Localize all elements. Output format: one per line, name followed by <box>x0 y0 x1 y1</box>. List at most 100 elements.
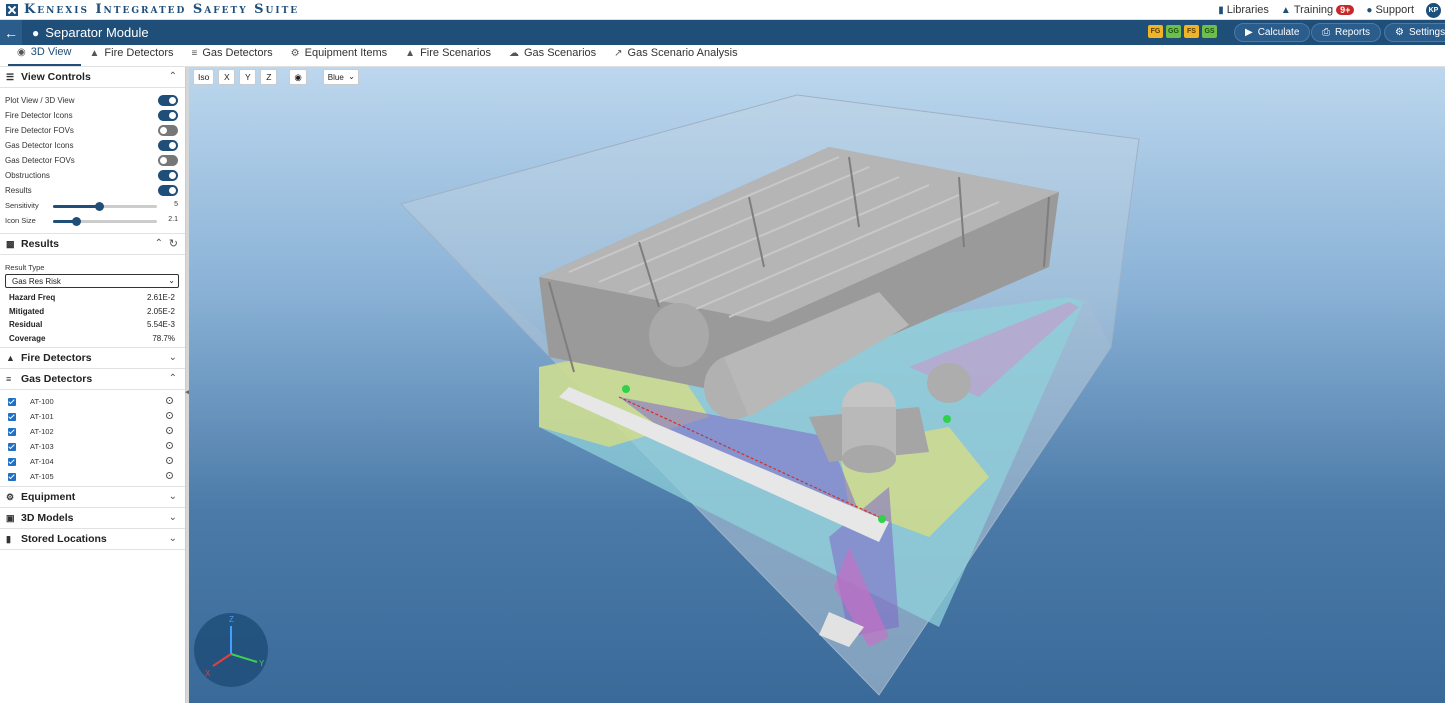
crosshair-icon[interactable] <box>166 472 173 479</box>
toggle-row-plot-view: Plot View / 3D View <box>0 93 185 108</box>
list-item-at-104: AT-104 <box>0 454 185 469</box>
x-axis-label: X <box>205 669 211 678</box>
icon-size-slider-handle[interactable] <box>72 217 81 226</box>
metric-label: Mitigated <box>9 306 45 316</box>
detector-checkbox[interactable] <box>8 457 16 466</box>
plant-3d-scene[interactable] <box>189 67 1445 703</box>
gas-detector-fovs-toggle[interactable] <box>158 155 178 166</box>
tab-gas-scenarios[interactable]: ☁ Gas Scenarios <box>500 44 605 66</box>
detector-checkbox[interactable] <box>8 412 16 421</box>
gas-detector-icons-toggle[interactable] <box>158 140 178 151</box>
crosshair-icon[interactable] <box>166 412 173 419</box>
result-type-select[interactable]: Gas Res Risk ⌄ <box>5 274 179 288</box>
back-button[interactable]: ← <box>0 20 22 45</box>
gas-detector-marker[interactable] <box>943 415 951 423</box>
toggle-label: Plot View / 3D View <box>5 96 75 105</box>
detector-checkbox[interactable] <box>8 397 16 406</box>
chevron-up-icon: ⌃ <box>168 71 177 82</box>
settings-button[interactable]: ⚙ Settings <box>1384 23 1445 42</box>
toggle-label: Fire Detector Icons <box>5 111 73 120</box>
status-chip-gg: GG <box>1166 25 1181 38</box>
color-scheme-select[interactable]: Blue ⌄ <box>322 69 359 85</box>
fire-detectors-header[interactable]: ▲ Fire Detectors ⌄ <box>0 348 185 369</box>
toggle-row-gas-detector-fovs: Gas Detector FOVs <box>0 153 185 168</box>
result-type-label: Result Type <box>5 263 45 272</box>
status-chip-gs: GS <box>1202 25 1217 38</box>
gas-detector-marker[interactable] <box>878 515 886 523</box>
calculate-button[interactable]: ▶ Calculate <box>1234 23 1311 42</box>
icon-size-row: Icon Size 2.1 <box>0 213 185 228</box>
detector-label: AT-102 <box>30 427 54 436</box>
crosshair-icon[interactable] <box>166 397 173 404</box>
tab-fire-scenarios[interactable]: ▲ Fire Scenarios <box>396 44 500 66</box>
toggle-label: Obstructions <box>5 171 50 180</box>
gas-detectors-header[interactable]: ≡ Gas Detectors ⌃ <box>0 369 185 390</box>
view-iso-button[interactable]: Iso <box>193 69 215 85</box>
refresh-icon[interactable]: ↻ <box>169 237 178 250</box>
chevron-down-icon: ⌄ <box>168 512 177 523</box>
sidebar: ☰ View Controls ⌃ Plot View / 3D View Fi… <box>0 67 186 703</box>
cube-icon: ◉ <box>17 46 26 58</box>
top-links: ▮ Libraries ▲ Training 9+ ● Support KP <box>1218 0 1441 20</box>
line-chart-icon: ↗ <box>614 47 623 59</box>
stored-locations-header[interactable]: ▮ Stored Locations ⌄ <box>0 529 185 550</box>
metric-label: Residual <box>9 320 43 330</box>
metric-hazard-freq: Hazard Freq 2.61E-2 <box>0 291 185 305</box>
metric-label: Hazard Freq <box>9 293 56 303</box>
fire-detector-fovs-toggle[interactable] <box>158 125 178 136</box>
equipment-header[interactable]: ⚙ Equipment ⌄ <box>0 487 185 508</box>
tab-equipment-items[interactable]: ⚙ Equipment Items <box>282 44 397 66</box>
list-item-at-103: AT-103 <box>0 439 185 454</box>
tab-label: Equipment Items <box>304 47 388 59</box>
user-avatar[interactable]: KP <box>1426 2 1441 18</box>
screenshot-button[interactable]: ◉ <box>289 69 307 85</box>
sensitivity-slider-handle[interactable] <box>95 202 104 211</box>
fire-detector-icons-toggle[interactable] <box>158 110 178 121</box>
tab-label: Fire Scenarios <box>420 47 491 59</box>
toggle-row-fire-detector-fovs: Fire Detector FOVs <box>0 123 185 138</box>
detector-checkbox[interactable] <box>8 427 16 436</box>
tab-label: Gas Scenario Analysis <box>627 47 738 59</box>
results-toggle[interactable] <box>158 185 178 196</box>
support-link[interactable]: ● Support <box>1366 4 1414 16</box>
view-z-button[interactable]: Z <box>260 69 278 85</box>
toggle-label: Gas Detector FOVs <box>5 156 75 165</box>
view-y-button[interactable]: Y <box>239 69 257 85</box>
view-controls-header[interactable]: ☰ View Controls ⌃ <box>0 67 185 88</box>
chat-bubbles-icon: ● <box>1366 4 1373 16</box>
plot-view-toggle[interactable] <box>158 95 178 106</box>
tab-gas-detectors[interactable]: ≡ Gas Detectors <box>182 44 281 66</box>
detector-checkbox[interactable] <box>8 442 16 451</box>
reports-button[interactable]: ⎙ Reports <box>1311 23 1382 42</box>
toggle-row-obstructions: Obstructions <box>0 168 185 183</box>
3d-models-title: 3D Models <box>21 512 74 524</box>
icon-size-value: 2.1 <box>168 216 178 223</box>
sensitivity-slider[interactable] <box>53 202 157 211</box>
obstructions-toggle[interactable] <box>158 170 178 181</box>
chevron-down-icon: ⌄ <box>168 276 175 285</box>
detector-checkbox[interactable] <box>8 472 16 481</box>
libraries-link[interactable]: ▮ Libraries <box>1218 4 1269 16</box>
gear-icon: ⚙ <box>1395 27 1404 38</box>
gas-detector-marker[interactable] <box>622 385 630 393</box>
crosshair-icon[interactable] <box>166 427 173 434</box>
view-x-button[interactable]: X <box>218 69 236 85</box>
results-header[interactable]: ▩ Results ⌃ ↻ <box>0 234 185 255</box>
metric-value: 2.61E-2 <box>146 293 175 303</box>
3d-models-header[interactable]: ▣ 3D Models ⌄ <box>0 508 185 529</box>
cogs-icon: ⚙ <box>6 491 15 502</box>
3d-viewport[interactable]: Iso X Y Z ◉ Blue ⌄ Z Y X <box>189 67 1445 703</box>
crosshair-icon[interactable] <box>166 442 173 449</box>
tab-gas-scenario-analysis[interactable]: ↗ Gas Scenario Analysis <box>605 44 746 66</box>
axes-orientation-gizmo[interactable]: Z Y X <box>193 612 269 688</box>
tab-fire-detectors[interactable]: ▲ Fire Detectors <box>81 44 183 66</box>
tab-bar: ◉ 3D View ▲ Fire Detectors ≡ Gas Detectors … <box>0 45 1445 67</box>
list-item-at-100: AT-100 <box>0 394 185 409</box>
icon-size-slider[interactable] <box>53 217 157 226</box>
cube-icon: ▣ <box>6 512 15 523</box>
tab-3d-view[interactable]: ◉ 3D View <box>8 44 81 66</box>
support-label: Support <box>1375 4 1414 16</box>
crosshair-icon[interactable] <box>166 457 173 464</box>
training-link[interactable]: ▲ Training 9+ <box>1281 4 1355 16</box>
module-bar: ← ● Separator Module FG GG FS GS ▶ Calcu… <box>0 20 1445 45</box>
